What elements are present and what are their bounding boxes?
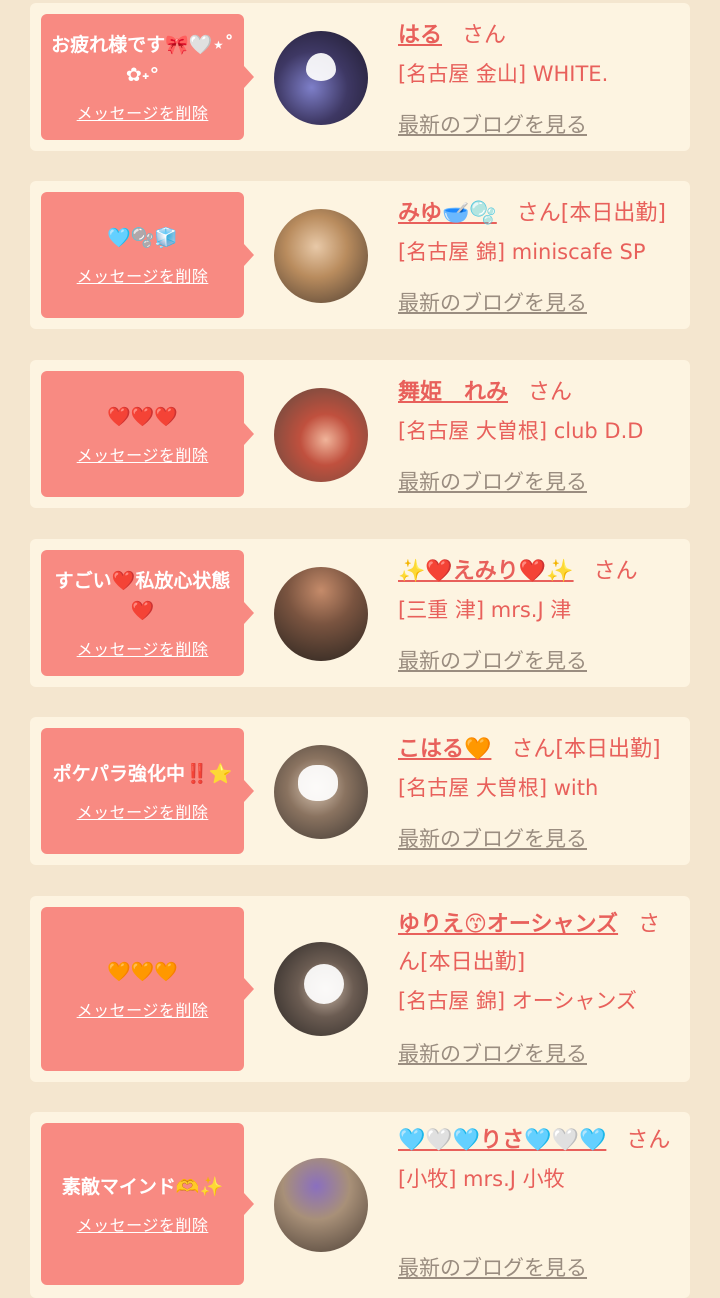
cast-name-link[interactable]: ✨❤️えみり❤️✨ <box>398 559 574 584</box>
shop-location: [名古屋 金山] WHITE. <box>398 62 609 86</box>
delete-message-link[interactable]: メッセージを削除 <box>77 100 209 124</box>
cast-name-link[interactable]: はる <box>398 23 442 48</box>
shop-location: [名古屋 錦] オーシャンズ <box>398 989 637 1013</box>
latest-blog-link[interactable]: 最新のブログを見る <box>398 1038 587 1068</box>
list-item: 🧡🧡🧡 メッセージを削除 ゆりえ😙オーシャンズ さん[本日出勤] [名古屋 錦] … <box>30 896 690 1082</box>
message-text: ポケパラ強化中‼️⭐️ <box>52 763 233 785</box>
avatar[interactable] <box>274 31 368 125</box>
latest-blog-link[interactable]: 最新のブログを見る <box>398 109 587 139</box>
face-cover-icon <box>306 53 336 81</box>
honorific: さん <box>626 1128 671 1153</box>
shop-location: [名古屋 大曽根] club D.D <box>398 419 644 443</box>
list-item: 🩵🫧🧊 メッセージを削除 みゆ🥣🫧 さん[本日出勤] [名古屋 錦] minisc… <box>30 181 690 329</box>
message-bubble: 素敵マインド🫶✨ メッセージを削除 <box>41 1123 254 1285</box>
cast-name-link[interactable]: 🩵🤍🩵りさ🩵🤍🩵 <box>398 1128 606 1153</box>
latest-blog-link[interactable]: 最新のブログを見る <box>398 287 587 317</box>
delete-message-link[interactable]: メッセージを削除 <box>77 636 209 660</box>
avatar[interactable] <box>274 1158 368 1252</box>
message-text: すごい❤️私放心状態❤️ <box>54 570 231 622</box>
shop-location: [三重 津] mrs.J 津 <box>398 598 572 622</box>
list-item: お疲れ様です🎀🤍⋆˚✿˖° メッセージを削除 はる さん [名古屋 金山] WHI… <box>30 3 690 151</box>
delete-message-link[interactable]: メッセージを削除 <box>77 997 209 1021</box>
message-bubble: ❤️❤️❤️ メッセージを削除 <box>41 371 254 497</box>
face-cover-icon <box>298 765 338 801</box>
message-text: 🧡🧡🧡 <box>107 961 178 983</box>
delete-message-link[interactable]: メッセージを削除 <box>77 799 209 823</box>
message-bubble: 🩵🫧🧊 メッセージを削除 <box>41 192 254 318</box>
latest-blog-link[interactable]: 最新のブログを見る <box>398 823 587 853</box>
list-item: すごい❤️私放心状態❤️ メッセージを削除 ✨❤️えみり❤️✨ さん [三重 津]… <box>30 539 690 687</box>
list-item: ポケパラ強化中‼️⭐️ メッセージを削除 こはる🧡 さん[本日出勤] [名古屋 大… <box>30 717 690 865</box>
delete-message-link[interactable]: メッセージを削除 <box>77 263 209 287</box>
list-item: 素敵マインド🫶✨ メッセージを削除 🩵🤍🩵りさ🩵🤍🩵 さん [小牧] mrs.J … <box>30 1112 690 1298</box>
honorific: さん <box>593 559 638 584</box>
message-bubble: 🧡🧡🧡 メッセージを削除 <box>41 907 254 1071</box>
avatar[interactable] <box>274 209 368 303</box>
message-text: ❤️❤️❤️ <box>107 406 178 428</box>
latest-blog-link[interactable]: 最新のブログを見る <box>398 645 587 675</box>
message-bubble: お疲れ様です🎀🤍⋆˚✿˖° メッセージを削除 <box>41 14 254 140</box>
shop-location: [小牧] mrs.J 小牧 <box>398 1167 565 1191</box>
cast-name-link[interactable]: みゆ🥣🫧 <box>398 201 497 226</box>
delete-message-link[interactable]: メッセージを削除 <box>77 442 209 466</box>
honorific: さん <box>462 23 507 48</box>
honorific: さん[本日出勤] <box>511 737 661 762</box>
shop-location: [名古屋 錦] miniscafe SP <box>398 240 646 264</box>
message-text: 🩵🫧🧊 <box>107 227 178 249</box>
avatar[interactable] <box>274 567 368 661</box>
honorific: さん <box>528 380 573 405</box>
face-cover-icon <box>304 964 344 1004</box>
cast-name-link[interactable]: こはる🧡 <box>398 737 491 762</box>
delete-message-link[interactable]: メッセージを削除 <box>77 1212 209 1236</box>
message-text: 素敵マインド🫶✨ <box>61 1176 224 1198</box>
message-bubble: ポケパラ強化中‼️⭐️ メッセージを削除 <box>41 728 254 854</box>
cast-name-link[interactable]: ゆりえ😙オーシャンズ <box>398 912 618 937</box>
avatar[interactable] <box>274 745 368 839</box>
message-bubble: すごい❤️私放心状態❤️ メッセージを削除 <box>41 550 254 676</box>
shop-location: [名古屋 大曽根] with <box>398 776 599 800</box>
honorific: さん[本日出勤] <box>516 201 666 226</box>
latest-blog-link[interactable]: 最新のブログを見る <box>398 466 587 496</box>
message-text: お疲れ様です🎀🤍⋆˚✿˖° <box>51 34 234 86</box>
avatar[interactable] <box>274 942 368 1036</box>
avatar[interactable] <box>274 388 368 482</box>
latest-blog-link[interactable]: 最新のブログを見る <box>398 1252 587 1282</box>
cast-name-link[interactable]: 舞姫 れみ <box>398 380 508 405</box>
list-item: ❤️❤️❤️ メッセージを削除 舞姫 れみ さん [名古屋 大曽根] club D… <box>30 360 690 508</box>
